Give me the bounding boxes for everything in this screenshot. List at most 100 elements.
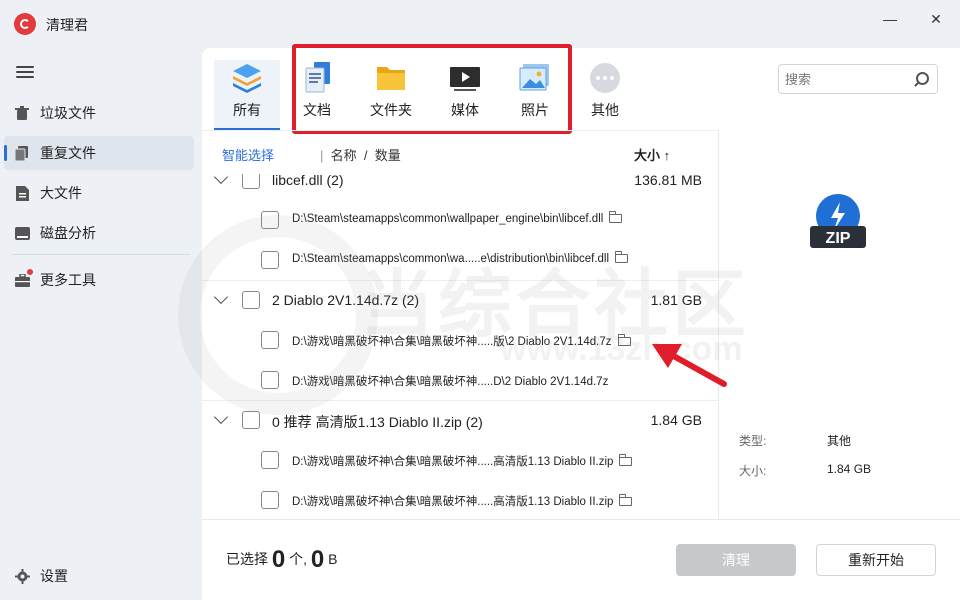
category-label: 所有 xyxy=(233,102,261,118)
file-row[interactable]: D:\游戏\暗黑破坏神\合集\暗黑破坏神.....D\2 Diablo 2V1.… xyxy=(202,360,718,400)
file-row[interactable]: D:\游戏\暗黑破坏神\合集\暗黑破坏神.....高清版1.13 Diablo … xyxy=(202,480,718,519)
category-label: 其他 xyxy=(591,102,619,118)
selected-size: 0 xyxy=(310,546,325,573)
sort-by-name[interactable]: 名称 xyxy=(331,148,357,163)
type-value: 其他 xyxy=(827,434,852,448)
file-checkbox[interactable] xyxy=(261,331,279,349)
group-size: 1.81 GB xyxy=(650,292,702,308)
duplicate-icon xyxy=(14,145,30,161)
more-icon xyxy=(588,62,622,94)
file-path: D:\游戏\暗黑破坏神\合集\暗黑破坏神.....高清版1.13 Diablo … xyxy=(292,456,614,468)
sort-by-count[interactable]: 数量 xyxy=(375,148,401,163)
group-checkbox[interactable] xyxy=(242,174,260,189)
list-header: 智能选择 | 名称 / 数量 大小 ↑ xyxy=(202,130,718,174)
file-path-wrap: D:\游戏\暗黑破坏神\合集\暗黑破坏神.....高清版1.13 Diablo … xyxy=(292,493,633,509)
file-checkbox[interactable] xyxy=(261,491,279,509)
sort-separator: / xyxy=(363,148,368,163)
close-button[interactable]: ✕ xyxy=(922,8,950,30)
disk-icon xyxy=(14,225,30,241)
sidebar-item-more-tools[interactable]: 更多工具 xyxy=(4,263,194,297)
group-name: libcef.dll (2) xyxy=(272,174,344,188)
open-folder-icon[interactable] xyxy=(609,211,623,223)
settings-label: 设置 xyxy=(40,568,68,584)
settings-button[interactable]: 设置 xyxy=(14,566,68,586)
size-unit: B xyxy=(328,551,338,567)
smart-select-link[interactable]: 智能选择 xyxy=(222,145,274,164)
selection-summary: 已选择 0 个, 0 B xyxy=(226,546,338,574)
zip-file-icon: ZIP xyxy=(807,192,869,254)
hamburger-menu-icon[interactable] xyxy=(16,66,34,80)
size-value: 1.84 GB xyxy=(827,462,872,476)
file-row[interactable]: D:\Steam\steamapps\common\wa.....e\distr… xyxy=(202,240,718,280)
file-path: D:\游戏\暗黑破坏神\合集\暗黑破坏神.....版\2 Diablo 2V1.… xyxy=(292,336,612,348)
sidebar-item-duplicate-files[interactable]: 重复文件 xyxy=(4,136,194,170)
large-file-icon xyxy=(14,185,30,201)
sidebar-divider xyxy=(12,254,190,255)
file-path-wrap: D:\游戏\暗黑破坏神\合集\暗黑破坏神.....版\2 Diablo 2V1.… xyxy=(292,333,631,349)
group-size: 1.84 GB xyxy=(650,412,702,428)
group-row[interactable]: 2 Diablo 2V1.14d.7z (2) 1.81 GB xyxy=(202,280,718,320)
open-folder-icon[interactable] xyxy=(615,251,629,263)
file-row[interactable]: D:\游戏\暗黑破坏神\合集\暗黑破坏神.....高清版1.13 Diablo … xyxy=(202,440,718,480)
group-name: 0 推荐 高清版1.13 Diablo II.zip (2) xyxy=(272,414,483,430)
file-checkbox[interactable] xyxy=(261,451,279,469)
type-label: 类型: xyxy=(739,434,767,448)
file-path-wrap: D:\游戏\暗黑破坏神\合集\暗黑破坏神.....高清版1.13 Diablo … xyxy=(292,453,633,469)
category-bar: 所有 文档 文件夹 媒体 照片 其他 搜索 xyxy=(202,44,960,134)
group-name: 2 Diablo 2V1.14d.7z (2) xyxy=(272,292,420,308)
sidebar-item-label: 磁盘分析 xyxy=(40,225,96,241)
toolbox-icon xyxy=(14,269,33,288)
search-icon[interactable] xyxy=(916,72,929,85)
search-input[interactable] xyxy=(785,65,905,93)
trash-icon xyxy=(14,105,30,121)
group-size: 136.81 MB xyxy=(634,174,702,188)
file-path-wrap: D:\Steam\steamapps\common\wallpaper_engi… xyxy=(292,211,623,225)
open-folder-icon[interactable] xyxy=(619,494,633,506)
group-row[interactable]: libcef.dll (2) 136.81 MB xyxy=(202,174,718,200)
selected-count: 0 xyxy=(271,546,286,573)
notification-dot xyxy=(27,269,33,275)
sidebar-item-disk-analysis[interactable]: 磁盘分析 xyxy=(4,216,194,250)
open-folder-icon[interactable] xyxy=(617,334,631,346)
sort-by-size[interactable]: 大小 ↑ xyxy=(634,145,670,164)
file-path: D:\Steam\steamapps\common\wallpaper_engi… xyxy=(292,213,604,225)
chevron-down-icon[interactable] xyxy=(213,409,229,425)
preview-panel: ZIP 类型: 其他 大小: 1.84 GB xyxy=(719,130,960,519)
group-checkbox[interactable] xyxy=(242,291,260,309)
group-row[interactable]: 0 推荐 高清版1.13 Diablo II.zip (2) 1.84 GB xyxy=(202,400,718,440)
minimize-button[interactable]: — xyxy=(876,8,904,30)
file-path-wrap: D:\游戏\暗黑破坏神\合集\暗黑破坏神.....D\2 Diablo 2V1.… xyxy=(292,373,608,389)
sidebar-item-label: 垃圾文件 xyxy=(40,105,96,121)
app-title: 清理君 xyxy=(46,17,88,33)
sidebar-item-label: 重复文件 xyxy=(40,145,96,161)
file-path-wrap: D:\Steam\steamapps\common\wa.....e\distr… xyxy=(292,251,629,265)
restart-button[interactable]: 重新开始 xyxy=(816,544,936,576)
bottom-bar: 已选择 0 个, 0 B 清理 重新开始 xyxy=(202,519,960,600)
main-panel: 所有 文档 文件夹 媒体 照片 其他 搜索 智能选择 | 名称 / 数量 大小 … xyxy=(202,44,960,600)
title-bar: 清理君 — ✕ xyxy=(0,0,960,48)
category-other[interactable]: 其他 xyxy=(572,62,638,124)
sort-ascending-icon: ↑ xyxy=(663,148,671,163)
sidebar-item-large-files[interactable]: 大文件 xyxy=(4,176,194,210)
open-folder-icon[interactable] xyxy=(619,454,633,466)
file-row[interactable]: D:\游戏\暗黑破坏神\合集\暗黑破坏神.....版\2 Diablo 2V1.… xyxy=(202,320,718,360)
file-path: D:\游戏\暗黑破坏神\合集\暗黑破坏神.....高清版1.13 Diablo … xyxy=(292,496,614,508)
file-path: D:\Steam\steamapps\common\wa.....e\distr… xyxy=(292,253,610,265)
clean-button[interactable]: 清理 xyxy=(676,544,796,576)
chevron-down-icon[interactable] xyxy=(213,289,229,305)
size-column-label: 大小 xyxy=(634,148,661,163)
chevron-down-icon[interactable] xyxy=(213,174,229,185)
category-all[interactable]: 所有 xyxy=(214,60,280,130)
file-checkbox[interactable] xyxy=(261,211,279,229)
group-checkbox[interactable] xyxy=(242,411,260,429)
highlight-annotation xyxy=(292,44,572,134)
search-box[interactable] xyxy=(778,64,938,94)
sidebar: 垃圾文件 重复文件 大文件 磁盘分析 更多工具 xyxy=(0,48,202,600)
sort-options: | 名称 / 数量 xyxy=(320,148,401,163)
file-path: D:\游戏\暗黑破坏神\合集\暗黑破坏神.....D\2 Diablo 2V1.… xyxy=(292,376,609,388)
sidebar-item-junk-files[interactable]: 垃圾文件 xyxy=(4,96,194,130)
file-checkbox[interactable] xyxy=(261,371,279,389)
file-row[interactable]: D:\Steam\steamapps\common\wallpaper_engi… xyxy=(202,200,718,240)
sidebar-item-label: 大文件 xyxy=(40,185,82,201)
file-checkbox[interactable] xyxy=(261,251,279,269)
